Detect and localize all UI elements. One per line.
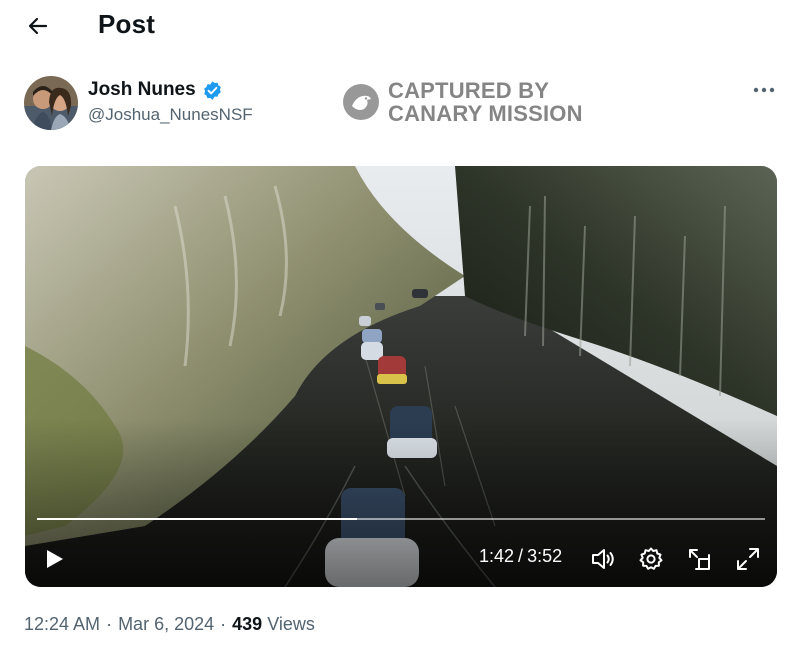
watermark: CAPTURED BY CANARY MISSION <box>342 79 583 125</box>
meta-separator-2: · <box>220 614 227 634</box>
post-meta: 12:24 AM · Mar 6, 2024 · 439 Views <box>24 614 315 635</box>
more-horizontal-icon <box>753 87 775 93</box>
views-count: 439 <box>232 614 263 634</box>
video-time: 1:42 / 3:52 <box>479 546 562 567</box>
user-handle[interactable]: @Joshua_NunesNSF <box>88 105 253 125</box>
post-header: Post <box>0 0 800 52</box>
play-icon <box>47 550 63 568</box>
video-frame <box>25 166 777 587</box>
avatar[interactable] <box>24 76 78 130</box>
current-time: 1:42 <box>479 546 515 566</box>
video-player[interactable]: 1:42 / 3:52 <box>25 166 777 587</box>
video-progress-fill <box>37 518 358 520</box>
volume-button[interactable] <box>588 544 618 574</box>
settings-gear-icon <box>639 547 663 570</box>
pop-out-icon <box>689 549 710 570</box>
canary-logo-icon <box>343 84 379 120</box>
views-label: Views <box>267 614 315 634</box>
play-button[interactable] <box>39 544 69 574</box>
watermark-line-1: CAPTURED BY <box>388 78 550 103</box>
name-row: Josh Nunes <box>88 79 223 101</box>
display-name[interactable]: Josh Nunes <box>88 79 196 101</box>
back-button[interactable] <box>22 10 54 42</box>
meta-separator-1: · <box>106 614 113 634</box>
video-progress-bar[interactable] <box>37 518 765 520</box>
watermark-line-2: CANARY MISSION <box>388 101 583 126</box>
duration: 3:52 <box>527 546 563 566</box>
post-time[interactable]: 12:24 AM <box>24 614 100 635</box>
volume-icon <box>592 549 614 569</box>
time-separator: / <box>518 546 524 566</box>
verified-badge-icon <box>203 80 221 100</box>
more-options-button[interactable] <box>748 80 780 100</box>
page-title: Post <box>98 9 156 39</box>
fullscreen-icon <box>737 548 759 570</box>
settings-button[interactable] <box>636 544 666 574</box>
pop-out-button[interactable] <box>685 544 715 574</box>
fullscreen-button[interactable] <box>733 544 763 574</box>
post-date[interactable]: Mar 6, 2024 <box>118 614 214 635</box>
arrow-left-icon <box>28 17 48 35</box>
